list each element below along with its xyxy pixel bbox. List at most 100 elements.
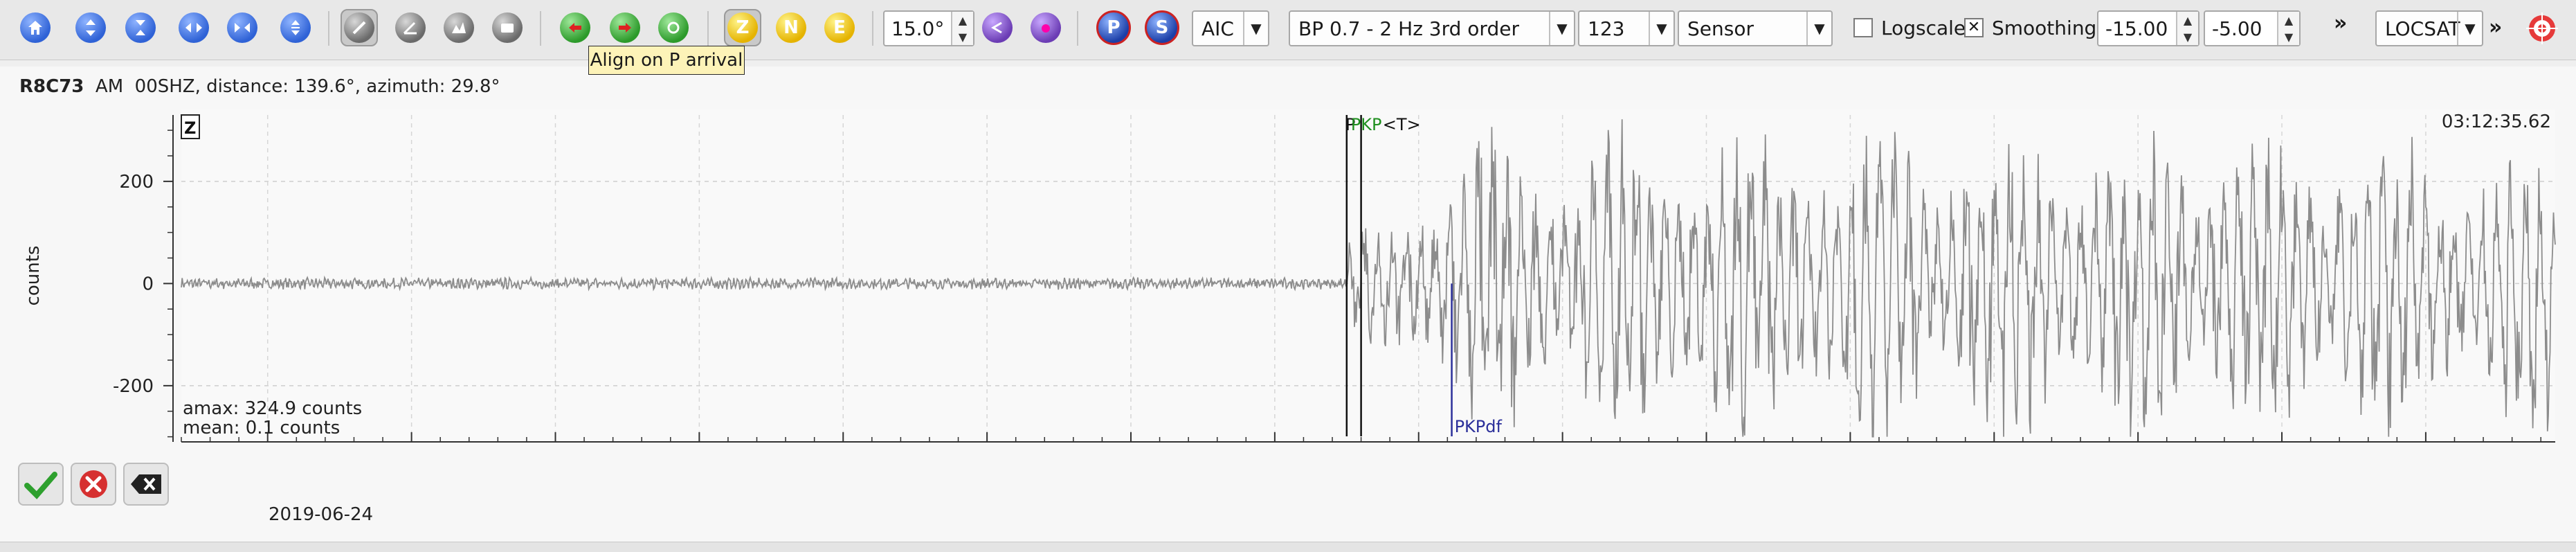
mean-label: mean: 0.1 counts: [183, 418, 340, 438]
y-tick-label: -200: [113, 376, 154, 397]
chevron-down-icon: ▼: [1649, 12, 1674, 45]
pick-p-icon: P: [1096, 10, 1131, 45]
toolbar-overflow-button-2[interactable]: »: [2489, 15, 2502, 39]
toolbar: Z N E 15.0° ▲ ▼ P S AIC ▼ BP 0.7 - 2 Hz 3…: [0, 0, 2576, 60]
min-value-input[interactable]: -15.00 ▲ ▼: [2097, 10, 2199, 46]
filter-angle-input[interactable]: 15.0° ▲ ▼: [883, 10, 974, 46]
accept-button[interactable]: [18, 463, 64, 506]
filter-id-select[interactable]: 123 ▼: [1578, 10, 1675, 46]
shrink-vertical-icon: [125, 12, 156, 43]
max-value: -5.00: [2212, 17, 2262, 40]
station-header: R8C73 AM 00SHZ, distance: 139.6°, azimut…: [19, 76, 500, 97]
picker-settings-button[interactable]: [979, 9, 1016, 46]
end-time-label: 03:12:35.62: [2442, 112, 2551, 132]
min-value-spinner[interactable]: ▲ ▼: [2176, 12, 2198, 45]
beam-button[interactable]: [1027, 9, 1064, 46]
rotate-icon: [395, 12, 426, 43]
max-value-spinner[interactable]: ▲ ▼: [2277, 12, 2299, 45]
tooltip: Align on P arrival: [588, 46, 745, 75]
filter-value: BP 0.7 - 2 Hz 3rd order: [1298, 17, 1519, 40]
beam-icon: [1031, 12, 1061, 43]
align-origin-button[interactable]: [655, 9, 692, 46]
spectrogram-toggle-button[interactable]: [341, 9, 378, 46]
date-label: 2019-06-24: [269, 504, 374, 525]
chevron-down-icon: ▼: [2457, 12, 2482, 45]
expand-vertical-icon: [75, 12, 106, 43]
network-code: AM: [95, 76, 124, 97]
component-e-icon: E: [824, 12, 855, 43]
seismogram-plot[interactable]: 2000-200 counts PPKP <T>PKPdf Z 03:12:35.…: [0, 104, 2576, 450]
locator-value: LOCSAT: [2385, 17, 2460, 40]
y-axis-label: counts: [23, 246, 44, 306]
home-button[interactable]: [17, 9, 54, 46]
record-icon: [492, 12, 523, 43]
y-tick-label: 0: [142, 274, 154, 294]
pick-label-pkp: PKP: [1351, 115, 1382, 134]
target-button[interactable]: [2526, 12, 2558, 44]
component-label: Z: [184, 118, 196, 138]
record-button[interactable]: [489, 9, 526, 46]
chevron-down-icon: ▼: [1549, 12, 1574, 45]
expand-vertical-button[interactable]: [72, 9, 109, 46]
filter-angle-spinner[interactable]: ▲ ▼: [951, 12, 973, 45]
units-value: Sensor: [1687, 17, 1754, 40]
filter-id-value: 123: [1588, 17, 1625, 40]
y-tick-label: 200: [119, 172, 154, 193]
align-p-icon: [560, 12, 590, 43]
filter-angle-value: 15.0°: [891, 17, 945, 40]
target-icon: [2526, 12, 2558, 44]
align-origin-icon: [658, 12, 689, 43]
pick-s-button[interactable]: S: [1143, 9, 1181, 46]
locator-select[interactable]: LOCSAT ▼: [2375, 10, 2483, 46]
chevron-down-icon: ▼: [1806, 12, 1831, 45]
pick-label-pkpdf: PKPdf: [1455, 417, 1503, 436]
max-value-input[interactable]: -5.00 ▲ ▼: [2204, 10, 2301, 46]
logscale-label: Logscale: [1881, 16, 1966, 39]
component-n-icon: N: [776, 12, 806, 43]
picker-method-value: AIC: [1201, 17, 1234, 40]
spectrogram-icon: [344, 12, 374, 43]
rotate-button[interactable]: [392, 9, 429, 46]
expand-horizontal-button[interactable]: [175, 9, 212, 46]
filter-select[interactable]: BP 0.7 - 2 Hz 3rd order ▼: [1289, 10, 1575, 46]
bottom-splitter[interactable]: [0, 542, 2576, 552]
station-code: R8C73: [19, 76, 84, 97]
checkmark-icon: [24, 472, 57, 499]
component-z-icon: Z: [727, 12, 758, 43]
picker-settings-icon: [982, 12, 1013, 43]
expand-horizontal-icon: [179, 12, 209, 43]
checkbox-box: [1853, 18, 1873, 37]
reject-button[interactable]: [71, 463, 116, 506]
reject-icon: [80, 470, 107, 498]
align-s-icon: [610, 12, 640, 43]
amax-label: amax: 324.9 counts: [183, 398, 362, 419]
logscale-checkbox[interactable]: Logscale: [1853, 14, 1966, 42]
shrink-horizontal-button[interactable]: [224, 9, 261, 46]
smoothing-checkbox[interactable]: ✕ Smoothing: [1964, 14, 2096, 42]
pick-label-theoretical: <T>: [1383, 115, 1421, 134]
pick-p-button[interactable]: P: [1095, 9, 1132, 46]
spectrum-icon: [444, 12, 474, 43]
home-icon: [20, 12, 51, 43]
component-e-button[interactable]: E: [821, 9, 858, 46]
spectrum-button[interactable]: [440, 9, 478, 46]
chevron-down-icon: ▼: [1243, 12, 1268, 45]
min-value: -15.00: [2105, 17, 2168, 40]
checkbox-checked-icon: ✕: [1964, 18, 1984, 37]
pick-s-icon: S: [1145, 10, 1179, 45]
component-z-button[interactable]: Z: [724, 9, 761, 46]
delete-icon: [131, 474, 161, 494]
delete-pick-button[interactable]: [123, 463, 169, 506]
align-p-arrival-button[interactable]: [556, 9, 594, 46]
fit-all-icon: [280, 12, 311, 43]
smoothing-label: Smoothing: [1992, 16, 2097, 39]
fit-all-button[interactable]: [277, 9, 314, 46]
shrink-horizontal-icon: [227, 12, 257, 43]
units-select[interactable]: Sensor ▼: [1678, 10, 1833, 46]
toolbar-overflow-button[interactable]: »: [2334, 11, 2347, 35]
channel-info: 00SHZ, distance: 139.6°, azimuth: 29.8°: [134, 76, 500, 97]
component-n-button[interactable]: N: [772, 9, 810, 46]
shrink-vertical-button[interactable]: [122, 9, 159, 46]
picker-method-select[interactable]: AIC ▼: [1192, 10, 1269, 46]
align-s-arrival-button[interactable]: [606, 9, 644, 46]
